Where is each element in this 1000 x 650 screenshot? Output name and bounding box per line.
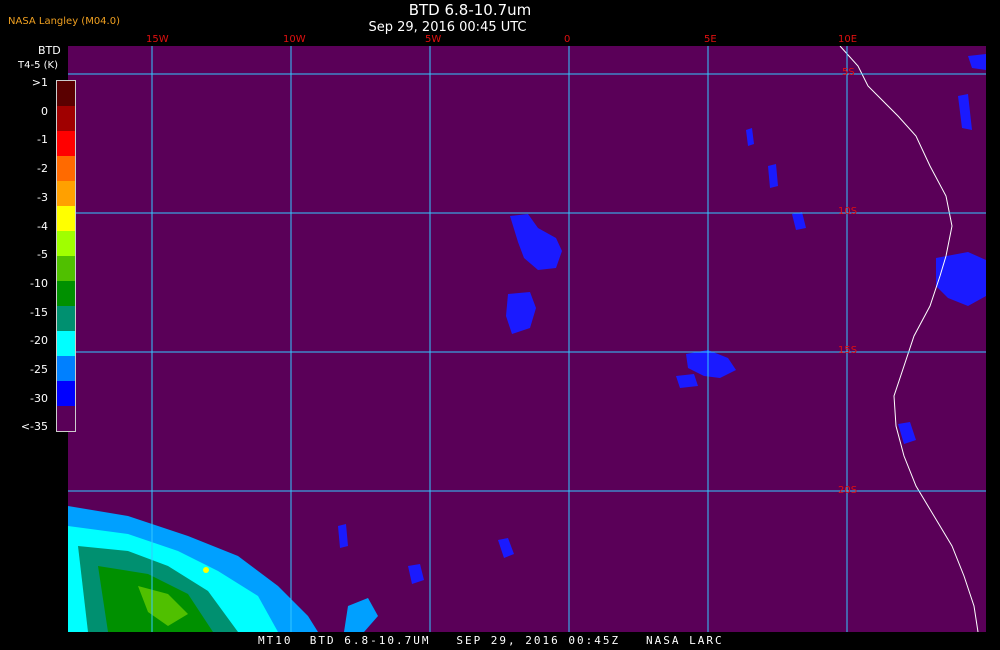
footer-text: MT10 BTD 6.8-10.7UM SEP 29, 2016 00:45Z … — [258, 634, 724, 647]
legend-label: -4 — [37, 219, 48, 233]
legend-swatch — [57, 156, 75, 181]
legend-label: -20 — [30, 334, 48, 348]
image-title: BTD 6.8-10.7um — [408, 1, 532, 19]
lon-label-5w: 5W — [425, 34, 442, 45]
legend-swatch — [57, 356, 75, 381]
legend-label: -25 — [30, 363, 48, 376]
legend-swatch — [57, 231, 75, 256]
legend-label: -1 — [37, 133, 48, 147]
color-legend — [56, 80, 76, 432]
legend-swatch — [57, 281, 75, 306]
legend-swatch — [57, 181, 75, 206]
legend-swatch — [57, 206, 75, 231]
lat-label-20s: 20S — [838, 485, 858, 496]
legend-swatch — [57, 306, 75, 331]
image-datetime: Sep 29, 2016 00:45 UTC — [368, 20, 527, 35]
legend-swatch — [57, 406, 75, 431]
legend-swatch — [57, 106, 75, 131]
legend-title: BTD — [38, 44, 61, 57]
legend-label: 0 — [41, 104, 48, 118]
lat-label-10s: 10S — [838, 206, 858, 217]
lon-label-5e: 5E — [704, 34, 717, 45]
legend-units: T4-5 (K) — [18, 60, 58, 71]
legend-label: -2 — [37, 162, 48, 176]
satellite-map[interactable] — [68, 46, 986, 632]
legend-label: -30 — [30, 391, 48, 405]
lon-label-0: 0 — [564, 34, 571, 45]
legend-swatch — [57, 256, 75, 281]
lon-label-15w: 15W — [146, 34, 169, 45]
legend-swatch — [57, 381, 75, 406]
lon-label-10w: 10W — [283, 34, 306, 45]
legend-label: -5 — [37, 248, 48, 262]
legend-swatch — [57, 81, 75, 106]
legend-label: -10 — [30, 276, 48, 290]
lat-label-15s: 15S — [838, 345, 858, 356]
lat-label-5s: 5S — [842, 67, 855, 78]
legend-label: <-35 — [20, 420, 48, 434]
lon-label-10e: 10E — [838, 34, 858, 45]
legend-label: -3 — [37, 190, 48, 204]
legend-swatch — [57, 331, 75, 356]
legend-label: >1 — [31, 76, 48, 89]
producer-label: NASA Langley (M04.0) — [8, 16, 120, 27]
legend-swatch — [57, 131, 75, 156]
legend-label: -15 — [30, 305, 48, 319]
